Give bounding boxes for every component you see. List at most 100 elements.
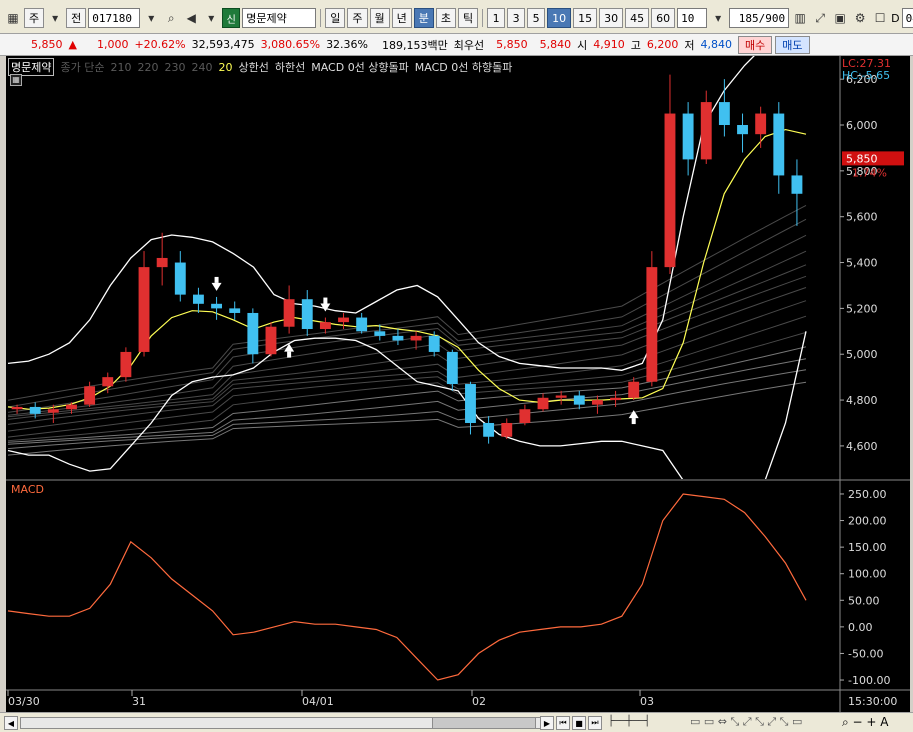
change-arrow: ▲ bbox=[68, 38, 77, 51]
x-tick-label: 02 bbox=[472, 695, 486, 708]
sell-signal-arrow-stem bbox=[323, 297, 328, 304]
current-price: 5,850 bbox=[31, 38, 63, 51]
change-amount: 1,000 bbox=[96, 38, 129, 51]
open-label: 시 bbox=[577, 38, 588, 52]
x-tick-label: 31 bbox=[132, 695, 146, 708]
macd-tick-label: -100.00 bbox=[848, 674, 890, 687]
date-input[interactable]: 04/04 bbox=[901, 8, 913, 28]
period-day[interactable]: 일 bbox=[325, 8, 346, 28]
chart-settings-icon[interactable]: ▦ bbox=[10, 74, 22, 86]
bollinger-upper-line bbox=[7, 56, 755, 371]
checkbox-icon[interactable]: ☐ bbox=[871, 8, 889, 28]
period-minute[interactable]: 분 bbox=[413, 8, 434, 28]
legend-ma-210: 210 bbox=[110, 60, 132, 74]
chart-canvas[interactable]: 6,2006,0005,8005,6005,4005,2005,0004,800… bbox=[6, 56, 910, 712]
skip-end-icon[interactable]: ⏭ bbox=[588, 716, 602, 730]
interval-10[interactable]: 10 bbox=[547, 8, 572, 28]
stop-icon[interactable]: ■ bbox=[572, 716, 586, 730]
macd-tick-label: 150.00 bbox=[848, 541, 887, 554]
interval-5[interactable]: 5 bbox=[527, 8, 546, 28]
macd-tick-label: 0.00 bbox=[848, 621, 873, 634]
scrollbar-area: ◀ ▶ ⏮ ■ ⏭ ├──┼──┤ ▭ ▭ ⇔ ⤡ ⤢ ⤡ ⤢ ⤡ ▭ ⌕ − … bbox=[0, 712, 913, 732]
candle-body bbox=[646, 267, 658, 382]
candle-body bbox=[791, 175, 803, 194]
interval-3[interactable]: 3 bbox=[507, 8, 526, 28]
candle-body bbox=[682, 113, 694, 160]
candle-body bbox=[737, 125, 748, 135]
sell-signal-arrow-icon bbox=[211, 282, 222, 291]
change-percent: +20.62% bbox=[134, 38, 186, 51]
layout-icon[interactable]: ▥ bbox=[791, 8, 809, 28]
period-second[interactable]: 초 bbox=[435, 8, 456, 28]
sell-button[interactable]: 매도 bbox=[775, 35, 810, 54]
low-label: 저 bbox=[684, 38, 695, 52]
chevron-down-icon[interactable]: ▾ bbox=[709, 8, 727, 28]
count-field[interactable]: 185/900 bbox=[729, 8, 790, 28]
candle-body bbox=[664, 113, 676, 268]
interval-30[interactable]: 30 bbox=[599, 8, 624, 28]
stock-name-field[interactable]: 명문제약 bbox=[242, 8, 317, 28]
interval-45[interactable]: 45 bbox=[625, 8, 650, 28]
candle-body bbox=[229, 308, 241, 313]
macd-title: MACD bbox=[11, 483, 44, 496]
price-tick-label: 5,000 bbox=[846, 348, 878, 361]
open-price: 4,910 bbox=[593, 38, 625, 51]
candle-body bbox=[283, 299, 295, 327]
scroll-right-icon[interactable]: ▶ bbox=[540, 716, 554, 730]
period-month[interactable]: 월 bbox=[369, 8, 390, 28]
x-tick-label: 03/30 bbox=[8, 695, 40, 708]
chart-area[interactable]: 6,200 6,000 5,800 5,600 5,400 5,200 5,000 4,800… bbox=[6, 56, 910, 712]
candle-body bbox=[392, 335, 404, 341]
candle-body bbox=[555, 395, 567, 398]
candle-body bbox=[156, 257, 168, 268]
legend-ma-230: 230 bbox=[164, 60, 186, 74]
legend-macd-down: MACD 0선 하향돌파 bbox=[414, 61, 513, 74]
period-year[interactable]: 년 bbox=[391, 8, 412, 28]
period-week[interactable]: 주 bbox=[347, 8, 368, 28]
interval-1[interactable]: 1 bbox=[487, 8, 506, 28]
code-input[interactable]: 017180 bbox=[88, 8, 141, 28]
interval-select[interactable]: 10 bbox=[677, 8, 708, 28]
dropdown-icon[interactable]: ▾ bbox=[142, 8, 160, 28]
speaker-icon[interactable]: ◀ bbox=[182, 8, 200, 28]
quote-bar: 5,850 ▲ 1,000 +20.62% 32,593,475 3,080.6… bbox=[0, 34, 913, 56]
market-type-select[interactable]: 주 bbox=[24, 8, 45, 28]
candle-body bbox=[483, 422, 495, 437]
interval-60[interactable]: 60 bbox=[651, 8, 676, 28]
scroll-left-icon[interactable]: ◀ bbox=[4, 716, 18, 730]
macd-line bbox=[7, 493, 807, 681]
chevron-down-icon[interactable]: ▾ bbox=[46, 8, 64, 28]
trend-icon[interactable]: ⤢ bbox=[811, 8, 829, 28]
legend-ma-220: 220 bbox=[137, 60, 159, 74]
buy-button[interactable]: 매수 bbox=[738, 35, 773, 54]
current-percent-label: 1.74% bbox=[852, 166, 887, 179]
price-tick-label: 6,000 bbox=[846, 119, 878, 132]
interval-15[interactable]: 15 bbox=[573, 8, 598, 28]
prev-button[interactable]: 전 bbox=[66, 8, 87, 28]
legend-ma-20: 20 bbox=[218, 60, 233, 74]
candle-body bbox=[138, 267, 150, 352]
skip-start-icon[interactable]: ⏮ bbox=[556, 716, 570, 730]
buy-signal-arrow-stem bbox=[287, 351, 292, 358]
legend-upper-band: 상한선 bbox=[238, 61, 269, 74]
candle-body bbox=[247, 312, 259, 355]
gear-icon[interactable]: ⚙ bbox=[851, 8, 869, 28]
zoom-slider[interactable]: ├──┼──┤ bbox=[608, 716, 688, 730]
grid-icon[interactable]: ▦ bbox=[4, 8, 22, 28]
sell-signal-arrow-stem bbox=[214, 276, 219, 283]
long-ma-line bbox=[7, 275, 807, 420]
macd-tick-label: -50.00 bbox=[848, 647, 883, 660]
toolbar-row: ▦ 주 ▾ 전 017180 ▾ ⌕ ◀ ▾ 신 명문제약 일 주 월 년 분 … bbox=[4, 8, 913, 28]
search-icon[interactable]: ⌕ bbox=[162, 8, 180, 28]
scroll-thumb[interactable] bbox=[432, 717, 536, 729]
candle-body bbox=[573, 395, 585, 405]
save-icon[interactable]: ▣ bbox=[831, 8, 849, 28]
candle-body bbox=[410, 335, 422, 341]
period-tick[interactable]: 틱 bbox=[458, 8, 479, 28]
zoom-controls[interactable]: ⌕ − + A bbox=[842, 715, 888, 730]
high-price: 6,200 bbox=[646, 38, 679, 51]
candle-body bbox=[120, 351, 132, 378]
chevron-down-icon[interactable]: ▾ bbox=[202, 8, 220, 28]
drawing-tools-icon[interactable]: ▭ ▭ ⇔ ⤡ ⤢ ⤡ ⤢ ⤡ ▭ bbox=[690, 715, 802, 729]
separator bbox=[320, 9, 322, 27]
